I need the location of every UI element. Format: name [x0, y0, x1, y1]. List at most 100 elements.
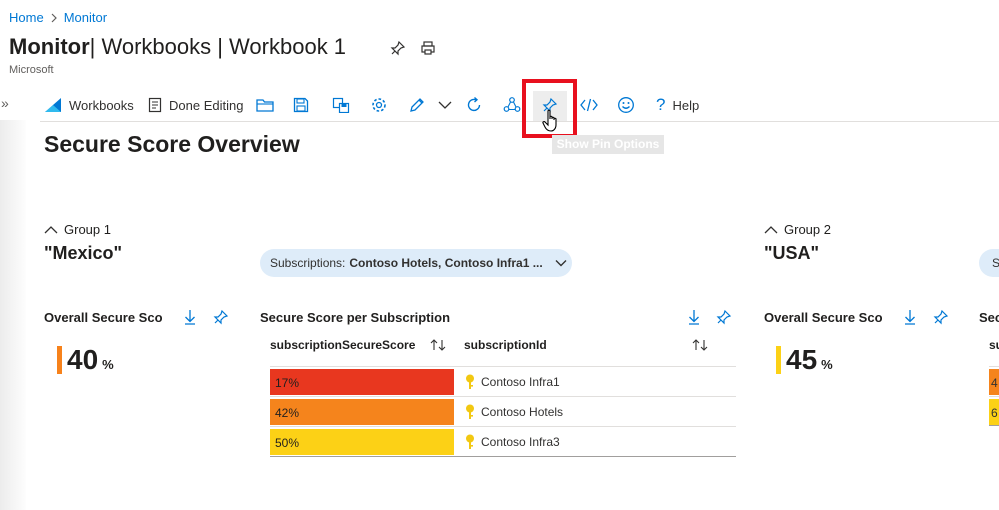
- group-1-label: Group 1: [64, 222, 111, 237]
- open-icon: [256, 98, 274, 112]
- chevron-up-icon: [764, 225, 778, 234]
- download-icon[interactable]: [688, 309, 700, 325]
- table-row[interactable]: 6: [989, 396, 999, 426]
- score-value: 40: [67, 344, 99, 375]
- page-title-rest: | Workbooks | Workbook 1: [89, 34, 347, 59]
- save-as-icon: [332, 97, 350, 113]
- done-editing-label: Done Editing: [169, 97, 244, 113]
- subscription-name: Contoso Hotels: [481, 405, 564, 419]
- help-button[interactable]: ? Help: [656, 92, 699, 118]
- feedback-button[interactable]: [617, 92, 635, 118]
- edit-button[interactable]: [409, 92, 425, 118]
- left-panel-edge: [0, 120, 26, 510]
- key-icon: [465, 374, 475, 390]
- subscriptions-value: Contoso Hotels, Contoso Infra1 ...: [349, 256, 543, 270]
- done-editing-icon: [148, 97, 162, 113]
- group-2-name: "USA": [764, 243, 820, 263]
- page-title: Monitor | Workbooks | Workbook 1: [9, 34, 346, 60]
- column-header-score-2[interactable]: su: [989, 338, 999, 352]
- column-header-score[interactable]: subscriptionSecureScore: [270, 338, 415, 352]
- chevron-down-icon: [555, 259, 567, 267]
- save-button[interactable]: [293, 92, 309, 118]
- score-unit: %: [821, 357, 833, 372]
- help-label: Help: [672, 97, 700, 113]
- title-actions: [390, 40, 436, 56]
- edit-dropdown-button[interactable]: [438, 92, 452, 118]
- pin-icon[interactable]: [213, 309, 229, 325]
- breadcrumb-home-link[interactable]: Home: [9, 10, 44, 25]
- refresh-icon: [465, 96, 483, 114]
- overall-score-2: 45 %: [776, 344, 833, 376]
- column-header-subscription[interactable]: subscriptionId: [464, 338, 547, 352]
- chevron-down-icon: [438, 100, 452, 110]
- subscription-cell: Contoso Infra3: [465, 427, 560, 457]
- table-title: Secure Score per Subscription: [260, 310, 451, 325]
- open-button[interactable]: [256, 92, 274, 118]
- overall-score-title-2: Overall Secure Scor: [764, 310, 882, 325]
- group-2-label: Group 2: [784, 222, 831, 237]
- cursor-icon: [542, 109, 562, 133]
- share-button[interactable]: [503, 92, 521, 118]
- table-row[interactable]: 17% Contoso Infra1: [270, 366, 736, 396]
- settings-icon: [371, 97, 387, 113]
- pin-icon[interactable]: [716, 309, 732, 325]
- chevron-right-icon: [50, 13, 58, 23]
- advanced-editor-button[interactable]: [580, 92, 598, 118]
- key-icon: [465, 404, 475, 420]
- key-icon: [465, 434, 475, 450]
- overview-title: Secure Score Overview: [44, 131, 300, 157]
- score-cell: 17%: [270, 369, 454, 395]
- feedback-icon: [617, 96, 635, 114]
- breadcrumb-monitor-link[interactable]: Monitor: [64, 10, 107, 25]
- edit-icon: [409, 97, 425, 113]
- overall-score: 40 %: [57, 344, 114, 376]
- group-2-header[interactable]: Group 2: [764, 222, 831, 237]
- download-icon[interactable]: [904, 309, 916, 325]
- table-bottom-border: [270, 456, 736, 457]
- expand-sidebar-icon[interactable]: »: [1, 95, 9, 111]
- publisher-label: Microsoft: [9, 64, 54, 76]
- score-cell: 4: [989, 369, 999, 395]
- pin-options-tooltip: Show Pin Options: [552, 135, 664, 154]
- overall-score-title: Overall Secure Scor: [44, 310, 162, 325]
- share-icon: [503, 96, 521, 114]
- workbooks-icon: [44, 97, 62, 113]
- refresh-button[interactable]: [465, 92, 483, 118]
- table-row[interactable]: 42% Contoso Hotels: [270, 396, 736, 426]
- score-value: 45: [786, 344, 818, 375]
- done-editing-button[interactable]: Done Editing: [148, 92, 243, 118]
- breadcrumb: Home Monitor: [9, 10, 107, 25]
- score-cell: 50%: [270, 429, 454, 455]
- workbooks-label: Workbooks: [69, 97, 134, 113]
- toolbar-divider: [40, 121, 999, 122]
- download-icon[interactable]: [184, 309, 196, 325]
- subscriptions-dropdown[interactable]: Subscriptions: Contoso Hotels, Contoso I…: [260, 249, 572, 277]
- code-icon: [580, 98, 598, 112]
- subscription-cell: Contoso Hotels: [465, 397, 563, 427]
- subscriptions-dropdown-2[interactable]: S: [979, 249, 999, 277]
- sort-icon[interactable]: [430, 339, 446, 351]
- table-row[interactable]: 50% Contoso Infra3: [270, 426, 736, 456]
- score-cell: 6: [989, 399, 999, 425]
- score-color-bar: [776, 346, 781, 374]
- score-cell: 42%: [270, 399, 454, 425]
- chevron-up-icon: [44, 225, 58, 234]
- subscription-name: Contoso Infra1: [481, 375, 560, 389]
- score-color-bar: [57, 346, 62, 374]
- workbooks-button[interactable]: Workbooks: [44, 92, 134, 118]
- help-icon: ?: [656, 95, 666, 114]
- group-1-header[interactable]: Group 1: [44, 222, 111, 237]
- pin-icon[interactable]: [390, 40, 406, 56]
- save-icon: [293, 97, 309, 113]
- pin-icon[interactable]: [933, 309, 949, 325]
- page-title-main: Monitor: [9, 34, 90, 59]
- table-row[interactable]: 4: [989, 366, 999, 396]
- save-as-button[interactable]: [332, 92, 350, 118]
- group-1-name: "Mexico": [44, 243, 123, 263]
- settings-button[interactable]: [371, 92, 387, 118]
- table-title-2: Sec: [979, 310, 999, 325]
- print-icon[interactable]: [420, 40, 436, 56]
- sort-icon[interactable]: [692, 339, 708, 351]
- subscriptions-label: Subscriptions:: [270, 256, 346, 270]
- subscription-cell: Contoso Infra1: [465, 367, 560, 397]
